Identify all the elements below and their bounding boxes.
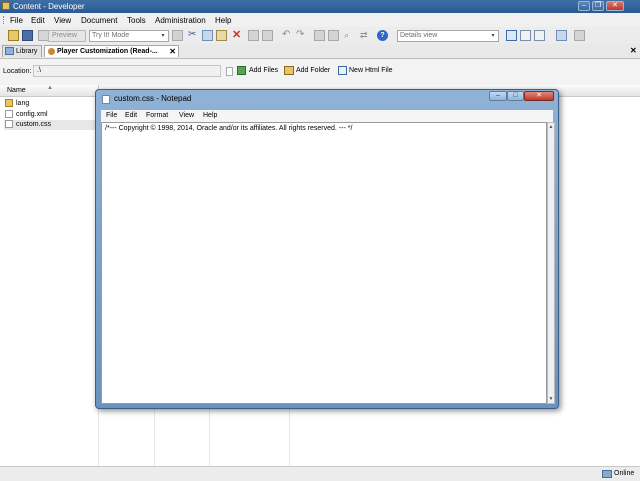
- library-icon: [5, 47, 14, 56]
- chevron-down-icon: ▾: [161, 33, 165, 39]
- list-item-label: lang: [16, 100, 30, 107]
- notepad-window[interactable]: custom.css - Notepad – □ ✕ File Edit For…: [95, 89, 559, 409]
- location-field[interactable]: .\: [33, 65, 221, 77]
- tab-player-customization-label: Player Customization (Read-...: [57, 48, 158, 55]
- folder-icon: [5, 99, 13, 108]
- close-button[interactable]: ✕: [606, 1, 624, 11]
- open-icon[interactable]: [8, 30, 19, 41]
- notepad-menu-edit[interactable]: Edit: [125, 112, 137, 119]
- mode-select[interactable]: Try It! Mode ▾: [89, 30, 169, 42]
- list-item[interactable]: custom.css: [4, 120, 96, 130]
- restore-button[interactable]: ❐: [592, 1, 604, 11]
- replace-icon[interactable]: ⇄: [360, 30, 371, 41]
- notepad-maximize-button[interactable]: □: [507, 91, 524, 101]
- preview-button[interactable]: Preview: [48, 30, 86, 42]
- status-text: Online: [614, 470, 635, 477]
- notepad-minimize-button[interactable]: –: [489, 91, 507, 101]
- toolbar: Preview Try It! Mode ▾ ✂ ✕ ↶ ↷ ⌕ ⇄ ? Deta…: [0, 27, 640, 45]
- undo-icon[interactable]: ↶: [282, 30, 293, 41]
- minimize-button[interactable]: –: [578, 1, 590, 11]
- menu-help[interactable]: Help: [215, 16, 231, 25]
- link-icon[interactable]: [262, 30, 273, 41]
- new-html-button[interactable]: New Html File: [349, 67, 393, 74]
- notepad-menu-file[interactable]: File: [106, 112, 117, 119]
- notepad-menu-help[interactable]: Help: [203, 112, 217, 119]
- notepad-text-area[interactable]: /*--- Copyright © 1998, 2014, Oracle and…: [101, 122, 547, 404]
- mode-select-value: Try It! Mode: [92, 32, 130, 39]
- close-all-tabs-icon[interactable]: ✕: [630, 46, 637, 55]
- notepad-menu-format[interactable]: Format: [146, 112, 168, 119]
- location-label: Location:: [3, 68, 32, 75]
- delete-icon[interactable]: ✕: [232, 30, 243, 41]
- rename-icon[interactable]: [248, 30, 259, 41]
- notepad-menu-view[interactable]: View: [179, 112, 194, 119]
- list-item-label: custom.css: [16, 121, 52, 128]
- layout-list-icon[interactable]: [520, 30, 531, 41]
- package-icon: [48, 47, 55, 55]
- add-files-icon: [237, 66, 246, 75]
- document-icon: [226, 67, 233, 76]
- location-bar: Location: .\ Add Files Add Folder New Ht…: [0, 59, 640, 86]
- publish-icon[interactable]: [556, 30, 567, 41]
- column-name-header[interactable]: Name: [7, 87, 26, 94]
- list-item[interactable]: config.xml: [5, 110, 48, 120]
- menu-bar: File Edit View Document Tools Administra…: [0, 13, 640, 27]
- help-icon[interactable]: ?: [377, 30, 388, 41]
- document-tabs: Library Player Customization (Read-... ✕…: [0, 44, 640, 59]
- add-files-button[interactable]: Add Files: [249, 67, 278, 74]
- tab-library-label: Library: [16, 48, 38, 55]
- notepad-content: /*--- Copyright © 1998, 2014, Oracle and…: [105, 125, 353, 132]
- network-icon: [602, 470, 612, 478]
- sync-icon[interactable]: [574, 30, 585, 41]
- menu-file[interactable]: File: [10, 16, 23, 25]
- copy-icon[interactable]: [202, 30, 213, 41]
- notepad-title: custom.css - Notepad: [114, 94, 192, 103]
- scroll-up-icon[interactable]: ▲: [548, 124, 554, 130]
- layout-split-icon[interactable]: [534, 30, 545, 41]
- notepad-close-button[interactable]: ✕: [524, 91, 554, 101]
- tab-player-customization[interactable]: Player Customization (Read-... ✕: [44, 45, 179, 57]
- grip-icon: [3, 16, 5, 24]
- sort-arrow-icon: ▲: [47, 85, 53, 91]
- layout-details-icon[interactable]: [506, 30, 517, 41]
- notepad-icon: [102, 95, 110, 104]
- cut-icon[interactable]: ✂: [188, 30, 199, 41]
- menu-tools[interactable]: Tools: [127, 16, 146, 25]
- new-html-icon: [338, 66, 347, 75]
- file-icon: [5, 110, 13, 119]
- status-bar: Online: [0, 466, 640, 481]
- menu-view[interactable]: View: [54, 16, 71, 25]
- vertical-scrollbar[interactable]: ▲ ▼: [547, 122, 555, 404]
- view-select[interactable]: Details view ▾: [397, 30, 499, 42]
- add-folder-button[interactable]: Add Folder: [296, 67, 330, 74]
- find-icon[interactable]: ⌕: [344, 30, 355, 41]
- redo-icon[interactable]: ↷: [296, 30, 307, 41]
- close-tab-icon[interactable]: ✕: [169, 46, 176, 57]
- list-item[interactable]: lang: [5, 99, 29, 109]
- notepad-menu-bar: File Edit Format View Help: [101, 110, 553, 122]
- app-icon: [2, 2, 10, 10]
- save-icon[interactable]: [22, 30, 33, 41]
- chevron-down-icon: ▾: [491, 33, 495, 39]
- scroll-down-icon[interactable]: ▼: [548, 396, 554, 402]
- file-icon: [5, 120, 13, 129]
- window-title: Content - Developer: [13, 2, 85, 11]
- title-bar: Content - Developer – ❐ ✕: [0, 0, 640, 13]
- paste-icon[interactable]: [216, 30, 227, 41]
- properties-icon[interactable]: [172, 30, 183, 41]
- menu-administration[interactable]: Administration: [155, 16, 206, 25]
- list-item-label: config.xml: [16, 111, 48, 118]
- add-folder-icon: [284, 66, 294, 75]
- menu-document[interactable]: Document: [81, 16, 117, 25]
- tab-library[interactable]: Library: [2, 45, 42, 57]
- menu-edit[interactable]: Edit: [31, 16, 45, 25]
- outdent-icon[interactable]: [314, 30, 325, 41]
- view-select-value: Details view: [400, 32, 438, 39]
- indent-icon[interactable]: [328, 30, 339, 41]
